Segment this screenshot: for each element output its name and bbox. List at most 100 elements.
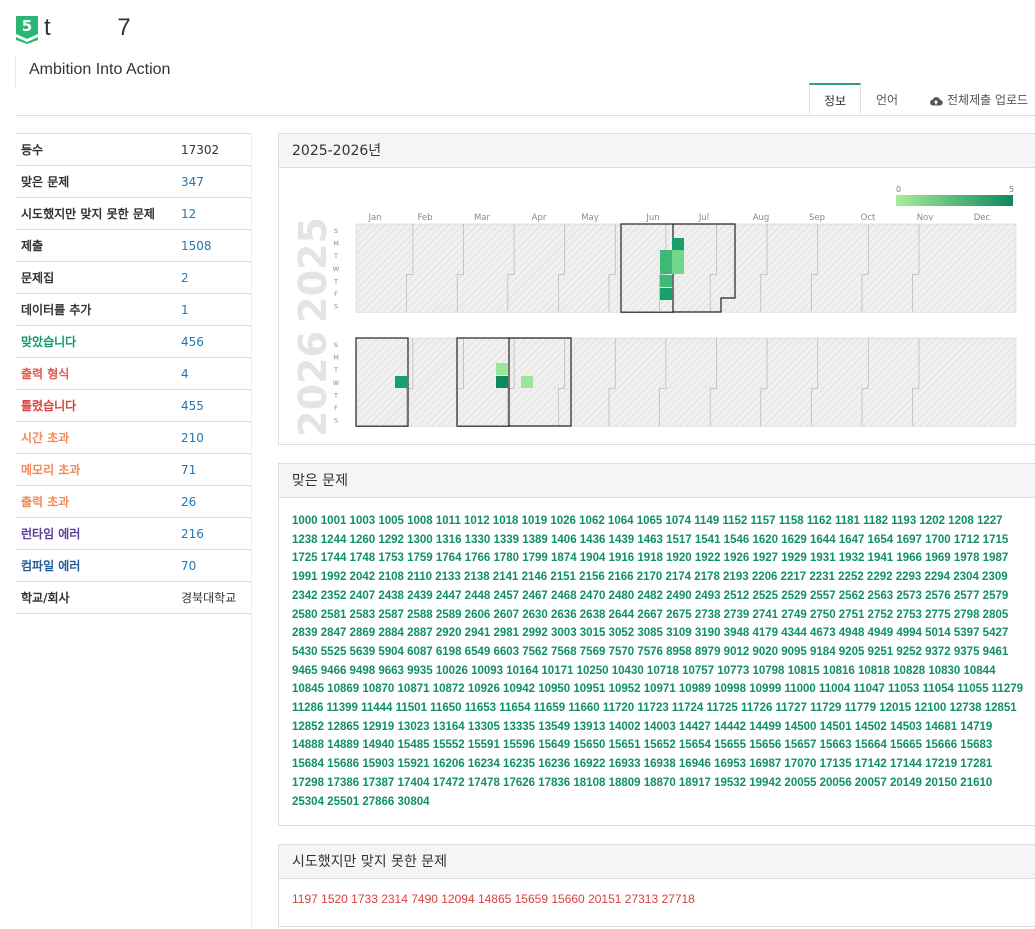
stats-value[interactable]: 26 <box>175 485 251 518</box>
month-label: Feb <box>417 213 432 223</box>
stats-row: 맞은 문제 347 <box>15 165 251 198</box>
failed-panel: 시도했지만 맞지 못한 문제 1197 1520 1733 2314 7490 … <box>278 844 1035 927</box>
year-label: 2026 <box>291 331 335 437</box>
weekday-label: W <box>333 379 340 387</box>
heatmap-cell <box>672 250 684 262</box>
heatmap-cell <box>660 262 672 274</box>
stats-row: 학교/회사 경북대학교 <box>15 581 251 614</box>
stats-value[interactable]: 347 <box>175 165 251 198</box>
stats-value: 17302 <box>175 133 251 166</box>
stats-row: 메모리 초과 71 <box>15 453 251 486</box>
heatmap-cell <box>660 250 672 262</box>
heatmap-cell <box>395 376 407 388</box>
month-label: Mar <box>474 213 491 223</box>
stats-row: 컴파일 에러 70 <box>15 549 251 582</box>
stats-row: 등수 17302 <box>15 133 251 166</box>
stats-row: 제출 1508 <box>15 229 251 262</box>
heatmap-title: 2025-2026년 <box>279 134 1035 168</box>
failed-problem-list[interactable]: 1197 1520 1733 2314 7490 12094 14865 156… <box>292 889 1024 909</box>
heatmap-panel: 2025-2026년 0 5 Jan Feb Mar Apr May Jun Jul Aug Sep… <box>278 133 1035 445</box>
weekday-label: M <box>333 354 339 362</box>
heatmap-legend-bar <box>896 195 1013 206</box>
weekday-label: S <box>334 417 338 425</box>
stats-label: 데이터를 추가 <box>15 293 175 326</box>
stats-value[interactable]: 455 <box>175 389 251 422</box>
weekday-label: W <box>333 265 340 273</box>
stats-row: 런타임 에러 216 <box>15 517 251 550</box>
stats-value[interactable]: 216 <box>175 517 251 550</box>
stats-value[interactable]: 12 <box>175 197 251 230</box>
stats-label: 메모리 초과 <box>15 453 175 486</box>
stats-row: 데이터를 추가 1 <box>15 293 251 326</box>
month-label: Oct <box>861 213 876 223</box>
weekday-label: T <box>333 252 338 260</box>
stats-value[interactable]: 456 <box>175 325 251 358</box>
stats-label: 제출 <box>15 229 175 262</box>
month-label: Aug <box>753 213 770 223</box>
stats-value[interactable]: 4 <box>175 357 251 390</box>
sidebar-divider <box>251 133 252 929</box>
heatmap-cell <box>496 363 508 375</box>
tier-badge-icon: 5 <box>16 16 38 44</box>
weekday-label: S <box>334 227 338 235</box>
tab-upload-all[interactable]: 전체제출 업로드 <box>915 84 1035 116</box>
month-label: Sep <box>809 213 825 223</box>
heatmap-legend-max: 5 <box>1009 185 1014 194</box>
stats-value[interactable]: 1 <box>175 293 251 326</box>
weekday-label: T <box>333 277 338 285</box>
weekday-label: F <box>334 290 338 298</box>
stats-row: 문제집 2 <box>15 261 251 294</box>
stats-label: 출력 형식 <box>15 357 175 390</box>
stats-row: 출력 초과 26 <box>15 485 251 518</box>
tab-info-label: 정보 <box>824 94 847 108</box>
month-label: Jul <box>698 213 709 223</box>
heatmap-cell <box>496 376 508 388</box>
tab-info[interactable]: 정보 <box>809 83 862 115</box>
weekday-label: T <box>333 391 338 399</box>
stats-value[interactable]: 1508 <box>175 229 251 262</box>
stats-label: 출력 초과 <box>15 485 175 518</box>
year-label: 2025 <box>291 217 335 323</box>
month-label: Jun <box>645 213 659 223</box>
weekday-label: M <box>333 240 339 248</box>
month-label: Dec <box>974 213 991 223</box>
stats-row: 시도했지만 맞지 못한 문제 12 <box>15 197 251 230</box>
tab-upload-all-label: 전체제출 업로드 <box>947 93 1029 107</box>
solved-title: 맞은 문제 <box>279 464 1035 498</box>
stats-table: 등수 17302 맞은 문제 347 시도했지만 맞지 못한 문제 12 제출 1508 문제집… <box>15 133 251 614</box>
heatmap-cell <box>672 238 684 250</box>
heatmap-grid <box>355 223 1017 313</box>
month-label: Nov <box>917 213 934 223</box>
heatmap-grid <box>355 337 1017 427</box>
stats-label: 문제집 <box>15 261 175 294</box>
heatmap-cell <box>660 275 672 287</box>
weekday-label: S <box>334 341 338 349</box>
cloud-upload-icon <box>930 96 943 106</box>
heatmap-legend-min: 0 <box>896 185 901 194</box>
tier-badge-level: 5 <box>22 17 32 35</box>
solved-problem-list[interactable]: 1000 1001 1003 1005 1008 1011 1012 1018 … <box>292 508 1024 811</box>
stats-label: 학교/회사 <box>15 581 175 614</box>
stats-label: 런타임 에러 <box>15 517 175 550</box>
stats-value[interactable]: 71 <box>175 453 251 486</box>
stats-row: 시간 초과 210 <box>15 421 251 454</box>
weekday-label: F <box>334 404 338 412</box>
stats-value[interactable]: 70 <box>175 549 251 582</box>
stats-value[interactable]: 210 <box>175 421 251 454</box>
user-name: t 7 <box>44 14 131 41</box>
stats-label: 시도했지만 맞지 못한 문제 <box>15 197 175 230</box>
stats-row: 출력 형식 4 <box>15 357 251 390</box>
heatmap-cell <box>521 376 533 388</box>
stats-label: 컴파일 에러 <box>15 549 175 582</box>
month-label: Apr <box>532 213 547 223</box>
weekday-label: S <box>334 303 338 311</box>
weekday-label: T <box>333 366 338 374</box>
failed-title: 시도했지만 맞지 못한 문제 <box>279 845 1035 879</box>
month-label: May <box>581 213 599 223</box>
tab-language[interactable]: 언어 <box>862 84 912 116</box>
stats-label: 틀렸습니다 <box>15 389 175 422</box>
stats-value[interactable]: 2 <box>175 261 251 294</box>
stats-row: 맞았습니다 456 <box>15 325 251 358</box>
tab-language-label: 언어 <box>876 93 899 107</box>
solved-panel: 맞은 문제 1000 1001 1003 1005 1008 1011 1012… <box>278 463 1035 826</box>
